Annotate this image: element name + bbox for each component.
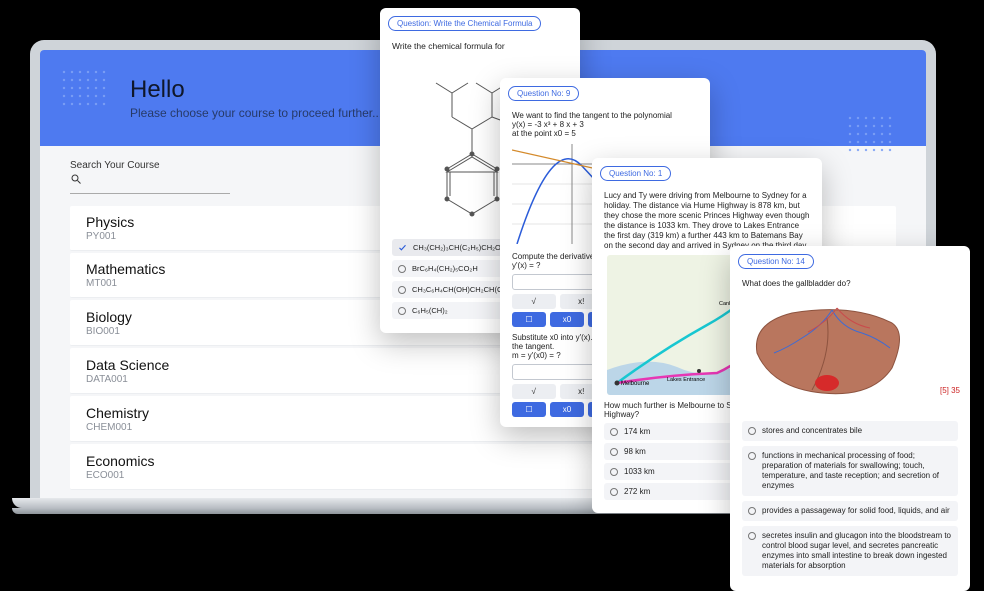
course-name: Physics <box>86 214 134 230</box>
svg-text:Lakes Entrance: Lakes Entrance <box>667 377 705 383</box>
option-text: secretes insulin and glucagon into the b… <box>762 531 952 571</box>
check-icon <box>398 243 407 252</box>
radio-icon <box>398 265 406 273</box>
radio-icon <box>748 427 756 435</box>
course-code: PY001 <box>86 231 134 242</box>
course-code: CHEM001 <box>86 422 149 433</box>
option-text: C₆H₅(CH)₂ <box>412 306 448 315</box>
radio-icon <box>610 488 618 496</box>
radio-icon <box>748 452 756 460</box>
course-code: BIO001 <box>86 326 132 337</box>
answer-option[interactable]: provides a passageway for solid food, li… <box>742 501 958 521</box>
svg-text:Melbourne: Melbourne <box>621 381 650 387</box>
question-pill: Question No: 1 <box>600 166 671 181</box>
option-text: stores and concentrates bile <box>762 426 862 436</box>
course-name: Mathematics <box>86 261 165 277</box>
answer-option[interactable]: secretes insulin and glucagon into the b… <box>742 526 958 576</box>
question-text: We want to find the tangent to the polyn… <box>512 111 698 138</box>
search-wrap <box>70 171 230 194</box>
radio-icon <box>748 532 756 540</box>
radio-icon <box>610 448 618 456</box>
radio-icon <box>398 286 406 294</box>
question-pill: Question: Write the Chemical Formula <box>388 16 541 31</box>
course-name: Chemistry <box>86 405 149 421</box>
question-text: Lucy and Ty were driving from Melbourne … <box>604 191 810 251</box>
question-pill: Question No: 9 <box>508 86 579 101</box>
answer-option[interactable]: stores and concentrates bile <box>742 421 958 441</box>
course-name: Data Science <box>86 357 169 373</box>
math-tool-button[interactable]: ☐ <box>512 402 546 417</box>
liver-diagram <box>742 298 912 408</box>
search-input[interactable] <box>70 177 230 189</box>
radio-icon <box>398 307 406 315</box>
radio-icon <box>610 428 618 436</box>
option-text: functions in mechanical processing of fo… <box>762 451 952 491</box>
question-prompt: Write the chemical formula for <box>392 41 568 51</box>
course-code: ECO001 <box>86 470 154 481</box>
math-tool-button[interactable]: ☐ <box>512 312 546 327</box>
option-text: CH₃(CH₂)₃CH(C₂H₅)CH₂OH <box>413 243 506 252</box>
course-name: Economics <box>86 453 154 469</box>
decorative-dots <box>60 68 110 108</box>
radio-icon <box>748 507 756 515</box>
radio-icon <box>610 468 618 476</box>
points-badge: [5] 35 <box>940 386 960 395</box>
question-pill: Question No: 14 <box>738 254 814 269</box>
decorative-dots <box>846 114 896 154</box>
course-name: Biology <box>86 309 132 325</box>
course-code: DATA001 <box>86 374 169 385</box>
option-text: 98 km <box>624 447 646 456</box>
option-text: 174 km <box>624 427 650 436</box>
option-text: 272 km <box>624 487 650 496</box>
search-icon <box>70 173 82 185</box>
math-tool-button[interactable]: √ <box>512 384 556 399</box>
option-text: 1033 km <box>624 467 655 476</box>
option-text: provides a passageway for solid food, li… <box>762 506 950 516</box>
question-card-anatomy: Question No: 14 [5] 35 What does the gal… <box>730 246 970 591</box>
math-tool-button[interactable]: √ <box>512 294 556 309</box>
option-text: BrC₆H₄(CH₂)₅CO₂H <box>412 264 478 273</box>
answer-option[interactable]: functions in mechanical processing of fo… <box>742 446 958 496</box>
math-tool-button[interactable]: x0 <box>550 402 584 417</box>
question-prompt: What does the gallbladder do? <box>742 279 958 288</box>
math-tool-button[interactable]: x0 <box>550 312 584 327</box>
course-code: MT001 <box>86 278 165 289</box>
